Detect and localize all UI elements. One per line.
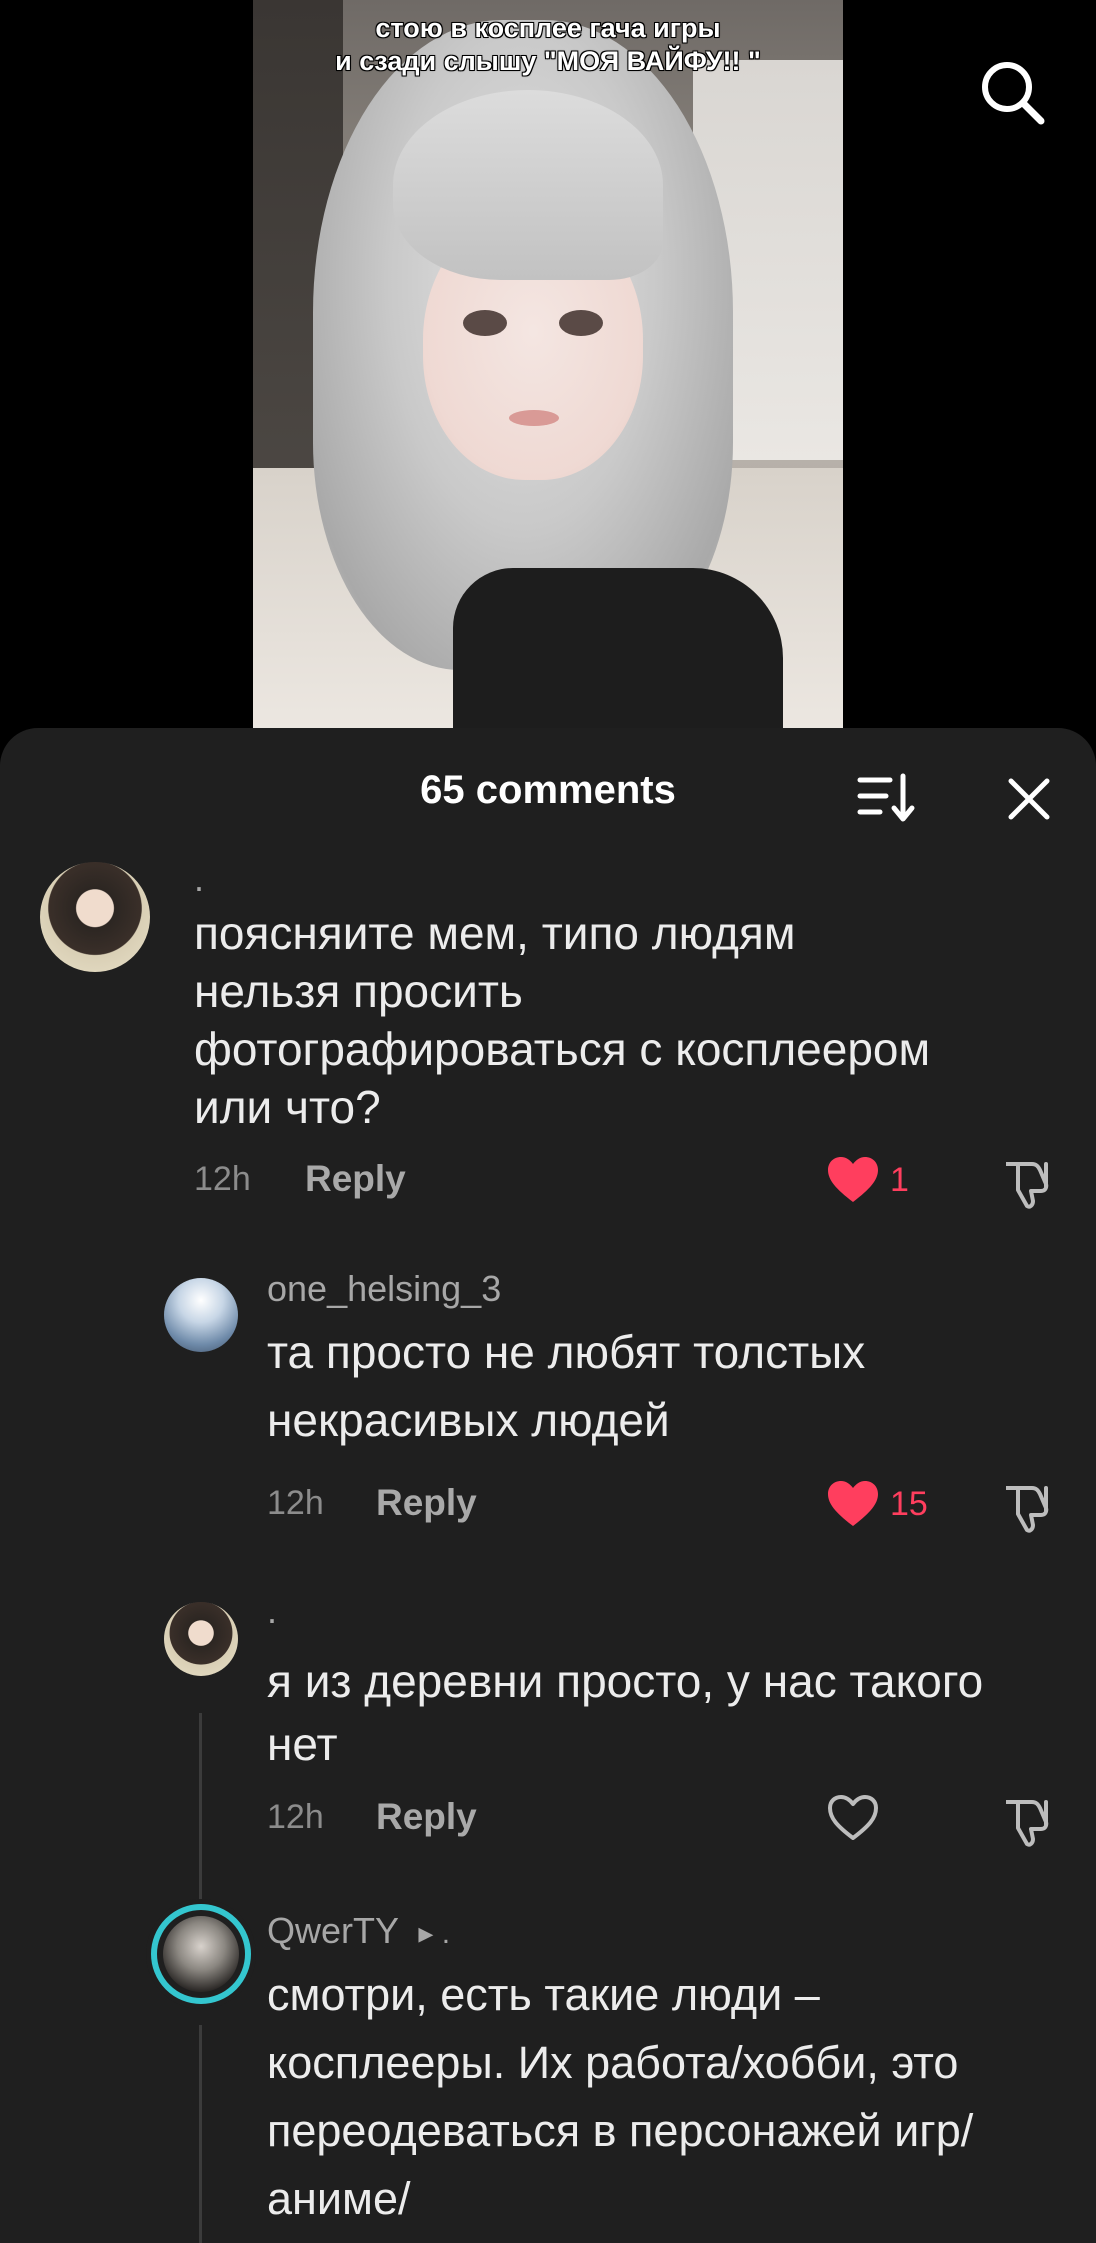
close-icon <box>1008 778 1050 820</box>
avatar-image <box>163 1916 239 1992</box>
reply-button[interactable]: Reply <box>376 1482 477 1524</box>
avatar[interactable] <box>164 1602 238 1676</box>
avatar-with-story-ring[interactable] <box>151 1904 251 2004</box>
comment-text: поясняите мем, типо людям нельзя просить… <box>194 907 931 1133</box>
cosplayer-bangs <box>393 90 663 280</box>
comment-author[interactable]: . <box>194 858 204 900</box>
comment-text: та просто не любят толстых некрасивых лю… <box>267 1326 866 1446</box>
lips <box>509 410 559 426</box>
comment-text: смотри, есть такие люди – косплееры. Их … <box>267 1969 974 2224</box>
comment-time: 12h <box>194 1160 251 1198</box>
comments-sheet: 65 comments . поясняите мем, типо людям … <box>0 728 1096 2243</box>
cosplayer-shirt <box>453 568 783 728</box>
eye-left <box>463 310 507 336</box>
comment-author[interactable]: one_helsing_3 <box>267 1268 501 1310</box>
video-frame[interactable]: стою в косплее гача игры и сзади слышу "… <box>253 0 843 728</box>
comment-author[interactable]: QwerTY ▸ . <box>267 1910 450 1952</box>
heart-filled-icon <box>828 1157 878 1202</box>
like-button[interactable]: 1 <box>826 1156 909 1204</box>
comment-author[interactable]: . <box>267 1590 277 1632</box>
thumbs-down-icon <box>1006 1162 1049 1209</box>
sort-button[interactable] <box>856 772 916 824</box>
avatar[interactable] <box>40 862 150 972</box>
caption-line-1: стою в косплее гача игры <box>375 13 721 43</box>
like-button[interactable] <box>826 1794 890 1842</box>
like-count: 15 <box>890 1484 928 1523</box>
like-count: 1 <box>890 1160 909 1199</box>
heart-filled-icon <box>828 1481 878 1526</box>
caption-line-2: и сзади слышу "МОЯ ВАЙФУ!! " <box>335 46 761 76</box>
search-button[interactable] <box>975 55 1049 129</box>
dislike-button[interactable] <box>1000 1158 1056 1215</box>
video-player[interactable]: стою в косплее гача игры и сзади слышу "… <box>0 0 1096 740</box>
close-button[interactable] <box>1003 773 1055 825</box>
reply-button[interactable]: Reply <box>305 1158 406 1200</box>
like-button[interactable]: 15 <box>826 1480 928 1528</box>
heart-outline-icon <box>828 1795 878 1840</box>
comment-time: 12h <box>267 1484 324 1522</box>
video-caption: стою в косплее гача игры и сзади слышу "… <box>253 12 843 78</box>
thread-line <box>199 2025 202 2243</box>
author-suffix: ▸ . <box>418 1917 451 1950</box>
search-icon <box>982 62 1045 125</box>
thumbs-down-icon <box>1006 1800 1049 1847</box>
dislike-button[interactable] <box>1000 1796 1056 1853</box>
comment-text: я из деревни просто, у нас такого нет <box>267 1655 984 1770</box>
comment-time: 12h <box>267 1798 324 1836</box>
eye-right <box>559 310 603 336</box>
author-name: QwerTY <box>267 1910 399 1951</box>
comments-count-title: 65 comments <box>420 768 676 812</box>
reply-button[interactable]: Reply <box>376 1796 477 1838</box>
dislike-button[interactable] <box>1000 1482 1056 1539</box>
sort-icon <box>857 773 915 822</box>
avatar[interactable] <box>164 1278 238 1352</box>
thumbs-down-icon <box>1006 1486 1049 1533</box>
